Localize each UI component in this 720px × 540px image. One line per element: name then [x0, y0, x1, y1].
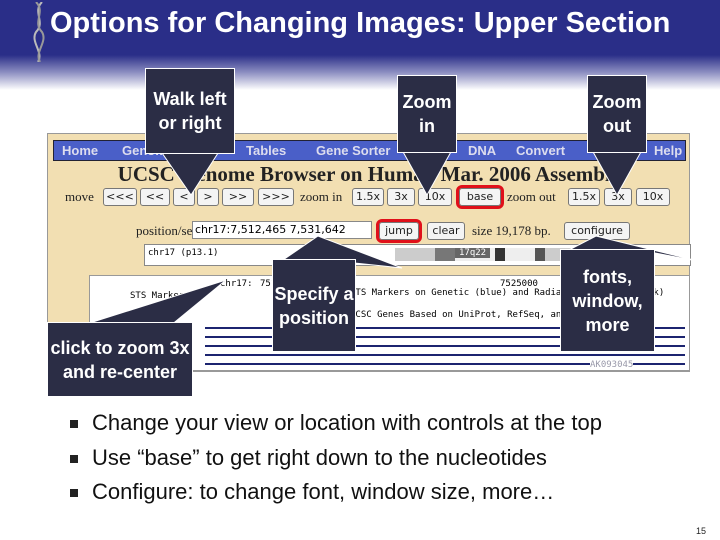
bullet-item: Use “base” to get right down to the nucl…	[70, 441, 602, 476]
bullet-item: Change your view or location with contro…	[70, 406, 602, 441]
bullet-icon	[70, 420, 78, 428]
page-number: 15	[695, 526, 706, 536]
bullet-text: Configure: to change font, window size, …	[92, 479, 555, 504]
callout-zoom-out: Zoom out	[587, 75, 647, 153]
bullet-icon	[70, 454, 78, 463]
callout-position: Specify a position	[272, 259, 356, 352]
walk-arrow	[159, 149, 221, 196]
callout-walk: Walk left or right	[145, 68, 235, 154]
callout-configure: fonts, window, more	[560, 249, 655, 352]
bullet-text: Change your view or location with contro…	[92, 410, 602, 435]
zoom-in-arrow	[401, 149, 453, 197]
bullet-item: Configure: to change font, window size, …	[70, 475, 602, 510]
click-arrow	[79, 279, 227, 327]
callout-click-zoom: click to zoom 3x and re-center	[47, 322, 193, 397]
zoom-out-arrow	[591, 149, 643, 197]
callout-zoom-in: Zoom in	[397, 75, 457, 153]
bullet-text: Use “base” to get right down to the nucl…	[92, 444, 547, 470]
bullet-list: Change your view or location with contro…	[70, 406, 602, 510]
bullet-icon	[70, 489, 78, 497]
